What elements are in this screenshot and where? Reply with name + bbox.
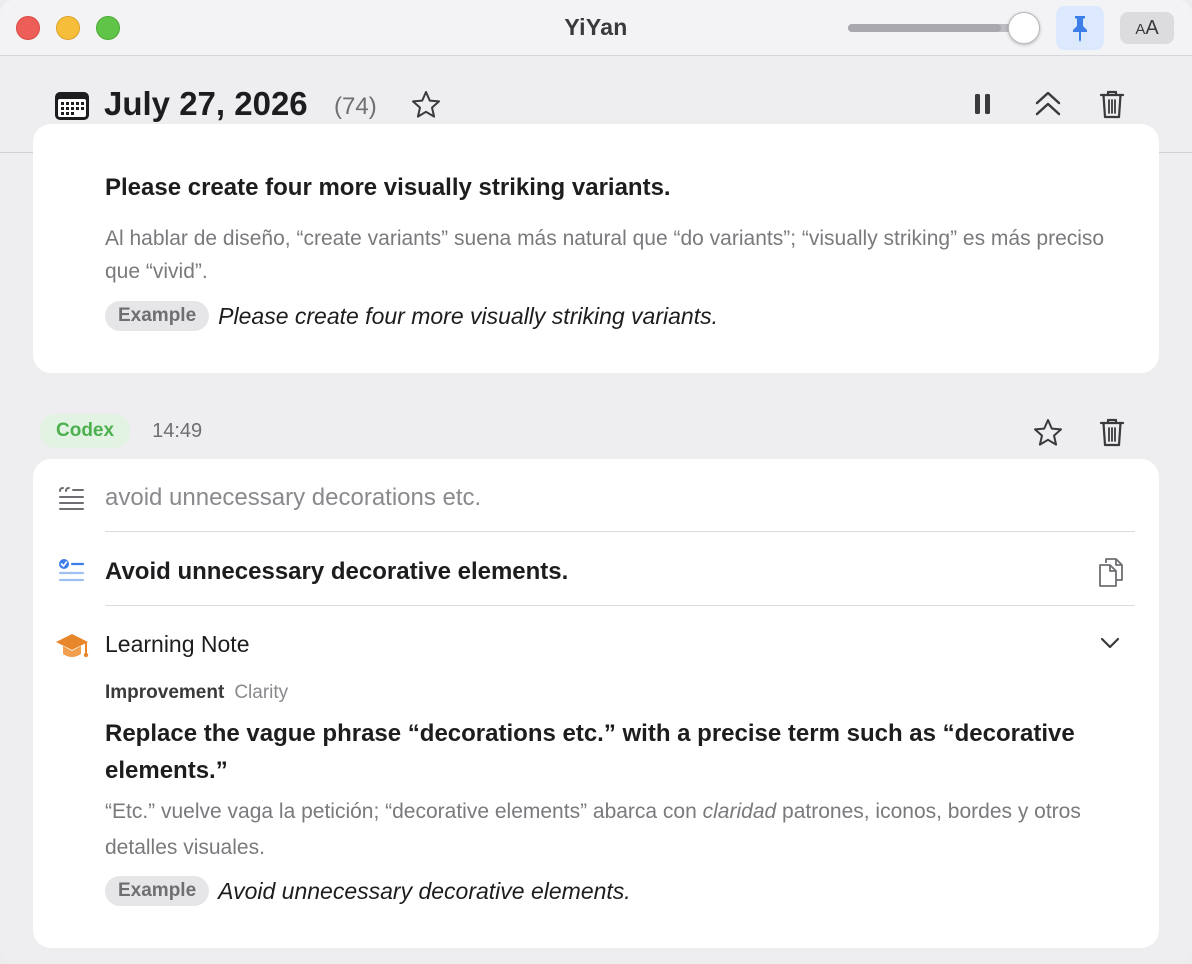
chevron-down-icon[interactable] [1099, 635, 1121, 651]
star-icon[interactable] [410, 89, 442, 121]
date-title: July 27, 2026 [104, 85, 308, 122]
pin-icon [1073, 16, 1087, 42]
example-row: Example Please create four more visually… [105, 301, 718, 331]
title-bar: YiYan AA [0, 0, 1192, 56]
slider-thumb[interactable] [1008, 12, 1040, 44]
text-size-icon: AA [1135, 16, 1159, 39]
note-tags: Improvement Clarity [105, 682, 288, 704]
note-explanation: “Etc.” vuelve vaga la petición; “decorat… [105, 800, 1081, 859]
quote-icon [59, 487, 84, 510]
trash-icon[interactable] [1098, 88, 1126, 120]
opacity-slider[interactable] [848, 24, 1018, 32]
checklist-icon [58, 559, 85, 582]
clarity-tag: Clarity [234, 682, 289, 703]
copy-icon[interactable] [1097, 556, 1125, 588]
graduation-cap-icon [56, 634, 89, 658]
star-icon[interactable] [1032, 417, 1064, 449]
pin-button[interactable] [1056, 6, 1104, 50]
trash-icon[interactable] [1098, 416, 1126, 448]
slider-fill [848, 24, 1001, 32]
example-badge: Example [105, 301, 210, 331]
explanation-text: Al hablar de diseño, “create variants” s… [105, 227, 1105, 283]
entry-card: avoid unnecessary decorations etc. Avoid… [33, 459, 1159, 948]
corrected-sentence: Please create four more visually strikin… [105, 174, 671, 201]
original-row: avoid unnecessary decorations etc. [33, 459, 1159, 531]
note-heading: Replace the vague phrase “decorations et… [105, 720, 1075, 784]
example-text: Avoid unnecessary decorative elements. [218, 877, 631, 904]
example-row: Example Avoid unnecessary decorative ele… [105, 876, 631, 906]
corrected-row: Avoid unnecessary decorative elements. [33, 532, 1159, 606]
corrected-text: Avoid unnecessary decorative elements. [105, 558, 569, 585]
learning-note-title: Learning Note [105, 631, 250, 657]
entry-count: (74) [334, 93, 377, 120]
example-badge: Example [105, 876, 210, 906]
collapse-icon[interactable] [1034, 89, 1062, 119]
entry-card: Please create four more visually strikin… [33, 124, 1159, 373]
improvement-tag: Improvement [105, 682, 225, 703]
entry-time: 14:49 [152, 419, 203, 442]
calendar-icon [55, 92, 89, 120]
text-size-button[interactable]: AA [1120, 12, 1174, 44]
entry-meta: Codex 14:49 [40, 414, 202, 448]
source-badge: Codex [40, 414, 131, 448]
entries-list: Please create four more visually strikin… [0, 124, 1192, 964]
app-window: YiYan AA July 27, 2026 (74) Please creat… [0, 0, 1192, 964]
divider [105, 605, 1135, 606]
original-text: avoid unnecessary decorations etc. [105, 484, 482, 511]
pause-icon[interactable] [972, 91, 994, 117]
example-text: Please create four more visually strikin… [218, 302, 718, 329]
